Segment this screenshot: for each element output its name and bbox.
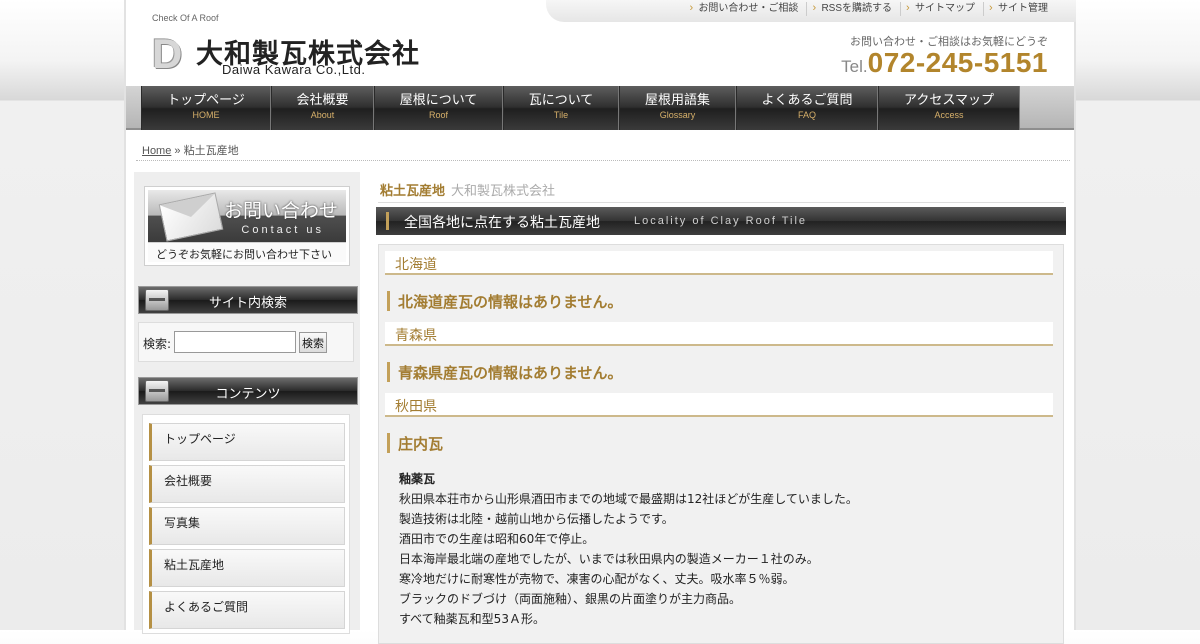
sidebar-item-about[interactable]: 会社概要	[149, 465, 345, 503]
description-title: 釉薬瓦	[399, 472, 436, 486]
sidebar-item-label: 会社概要	[164, 474, 213, 488]
contents-heading: コンテンツ	[138, 377, 358, 405]
nav-roof[interactable]: 屋根について Roof	[374, 86, 503, 130]
search-heading: サイト内検索	[138, 286, 358, 314]
nav-access-label: アクセスマップ	[904, 93, 994, 108]
description-line: 寒冷地だけに耐寒性が売物で、凍害の心配がなく、丈夫。吸水率５％弱。	[399, 572, 795, 586]
description-line: 秋田県本荘市から山形県酒田市までの地域で最盛期は12社ほどが生産していました。	[399, 492, 858, 506]
contents-heading-label: コンテンツ	[215, 387, 281, 402]
nav-about-sub: About	[310, 110, 335, 120]
nav-access[interactable]: アクセスマップ Access	[878, 86, 1020, 130]
sidebar-item-label: トップページ	[164, 432, 236, 446]
section-subtitle: Locality of Clay Roof Tile	[634, 215, 808, 227]
page-title: 粘土瓦産地 大和製瓦株式会社	[380, 180, 555, 199]
breadcrumb-current: 粘土瓦産地	[183, 145, 239, 157]
nav-faq-label: よくあるご質問	[761, 93, 853, 108]
tile-heading-text: 北海道産瓦の情報はありません。	[398, 293, 623, 311]
description-line: 日本海岸最北端の産地でしたが、いまでは秋田県内の製造メーカー１社のみ。	[399, 552, 819, 566]
nav-glossary-label: 屋根用語集	[644, 93, 710, 108]
search-button[interactable]: 検索	[299, 332, 327, 353]
contact-banner-title: お問い合わせ	[223, 200, 338, 222]
description-line: すべて釉薬瓦和型53Ａ形。	[399, 612, 545, 626]
pref-name: 青森県	[395, 328, 437, 344]
tile-description: 釉薬瓦 秋田県本荘市から山形県酒田市までの地域で最盛期は12社ほどが生産していま…	[399, 469, 858, 629]
toplink-admin[interactable]: サイト管理	[983, 1, 1056, 16]
content-box: 北海道 北海道産瓦の情報はありません。 青森県 青森県産瓦の情報はありません。 …	[378, 244, 1064, 644]
breadcrumb-separator: »	[174, 145, 181, 157]
nav-faq[interactable]: よくあるご質問 FAQ	[736, 86, 878, 130]
description-line: 酒田市での生産は昭和60年で停止。	[399, 532, 595, 546]
envelope-icon	[158, 192, 224, 242]
title-divider	[378, 202, 1064, 203]
pref-header-akita: 秋田県	[385, 393, 1053, 417]
nav-home-label: トップページ	[167, 93, 245, 108]
contact-banner-note: どうぞお気軽にお問い合わせ下さい	[156, 248, 332, 261]
search-input[interactable]	[174, 331, 296, 353]
search-form: 検索: 検索	[138, 322, 354, 362]
sidebar-item-clay-regions[interactable]: 粘土瓦産地	[149, 549, 345, 587]
tile-heading: 青森県産瓦の情報はありません。	[387, 362, 623, 382]
description-line: 製造技術は北陸・越前山地から伝播したようです。	[399, 512, 674, 526]
sidebar-item-top[interactable]: トップページ	[149, 423, 345, 461]
phone-prefix: Tel.	[841, 57, 868, 76]
sidebar-item-photos[interactable]: 写真集	[149, 507, 345, 545]
breadcrumb-divider	[136, 160, 1070, 161]
toplink-sitemap[interactable]: サイトマップ	[900, 1, 983, 16]
page-title-main: 粘土瓦産地	[380, 184, 446, 199]
page-wrapper: Check Of A Roof お問い合わせ・ご相談 RSSを購読する サイトマ…	[124, 0, 1076, 644]
toplink-rss[interactable]: RSSを購読する	[806, 1, 900, 16]
nav-roof-sub: Roof	[428, 110, 448, 120]
pref-header-hokkaido: 北海道	[385, 251, 1053, 275]
tile-heading: 北海道産瓦の情報はありません。	[387, 291, 623, 311]
phone-number: 072-245-5151	[867, 47, 1048, 78]
sidebar-item-label: よくあるご質問	[164, 600, 249, 614]
tile-heading: 庄内瓦	[387, 433, 443, 453]
sidebar-item-faq[interactable]: よくあるご質問	[149, 591, 345, 629]
nav-glossary[interactable]: 屋根用語集 Glossary	[619, 86, 736, 130]
pref-header-aomori: 青森県	[385, 322, 1053, 346]
nav-roof-label: 屋根について	[399, 93, 478, 108]
search-label: 検索:	[143, 337, 172, 351]
page-title-sub: 大和製瓦株式会社	[451, 184, 556, 199]
nav-home-sub: HOME	[192, 110, 220, 120]
breadcrumb-home-link[interactable]: Home	[142, 145, 171, 157]
nav-about[interactable]: 会社概要 About	[271, 86, 374, 130]
company-logo[interactable]: D 大和製瓦株式会社 Daiwa Kawara Co.,Ltd.	[152, 32, 452, 78]
tile-heading-text: 庄内瓦	[398, 435, 444, 453]
contact-banner[interactable]: お問い合わせ Contact us どうぞお気軽にお問い合わせ下さい	[144, 186, 350, 266]
toplink-contact[interactable]: お問い合わせ・ご相談	[684, 1, 806, 16]
sidebar: お問い合わせ Contact us どうぞお気軽にお問い合わせ下さい サイト内検…	[134, 172, 360, 634]
contact-banner-subtitle: Contact us	[241, 224, 324, 236]
contents-menu: トップページ 会社概要 写真集 粘土瓦産地 よくあるご質問	[142, 414, 350, 634]
section-header: 全国各地に点在する粘土瓦産地 Locality of Clay Roof Til…	[376, 207, 1066, 235]
nav-tile-sub: Tile	[553, 110, 569, 120]
logo-mark: D	[152, 30, 183, 77]
nav-access-sub: Access	[934, 110, 964, 120]
nav-tile[interactable]: 瓦について Tile	[503, 86, 619, 130]
pref-name: 秋田県	[395, 399, 437, 415]
nav-home[interactable]: トップページ HOME	[141, 86, 271, 130]
site-tagline: Check Of A Roof	[152, 13, 219, 23]
tile-heading-text: 青森県産瓦の情報はありません。	[398, 364, 623, 382]
sidebar-item-label: 粘土瓦産地	[164, 558, 225, 572]
nav-about-label: 会社概要	[296, 93, 349, 108]
breadcrumb: Home » 粘土瓦産地	[142, 142, 239, 158]
description-line: ブラックのドブづけ（両面施釉）、銀黒の片面塗りが主力商品。	[399, 592, 742, 606]
header-phone: Tel.072-245-5151	[841, 47, 1048, 79]
nav-faq-sub: FAQ	[797, 110, 816, 120]
section-title: 全国各地に点在する粘土瓦産地	[404, 215, 600, 231]
contact-banner-inner: お問い合わせ Contact us どうぞお気軽にお問い合わせ下さい	[148, 190, 346, 262]
logo-english-name: Daiwa Kawara Co.,Ltd.	[222, 62, 366, 77]
nav-glossary-sub: Glossary	[659, 110, 696, 120]
section-marker	[386, 212, 389, 230]
top-links: お問い合わせ・ご相談 RSSを購読する サイトマップ サイト管理	[684, 1, 1056, 16]
pref-name: 北海道	[395, 257, 437, 273]
sidebar-item-label: 写真集	[164, 516, 201, 530]
search-heading-label: サイト内検索	[208, 296, 287, 311]
nav-tile-label: 瓦について	[528, 93, 594, 108]
main-nav: トップページ HOME 会社概要 About 屋根について Roof 瓦について Til…	[126, 86, 1074, 130]
